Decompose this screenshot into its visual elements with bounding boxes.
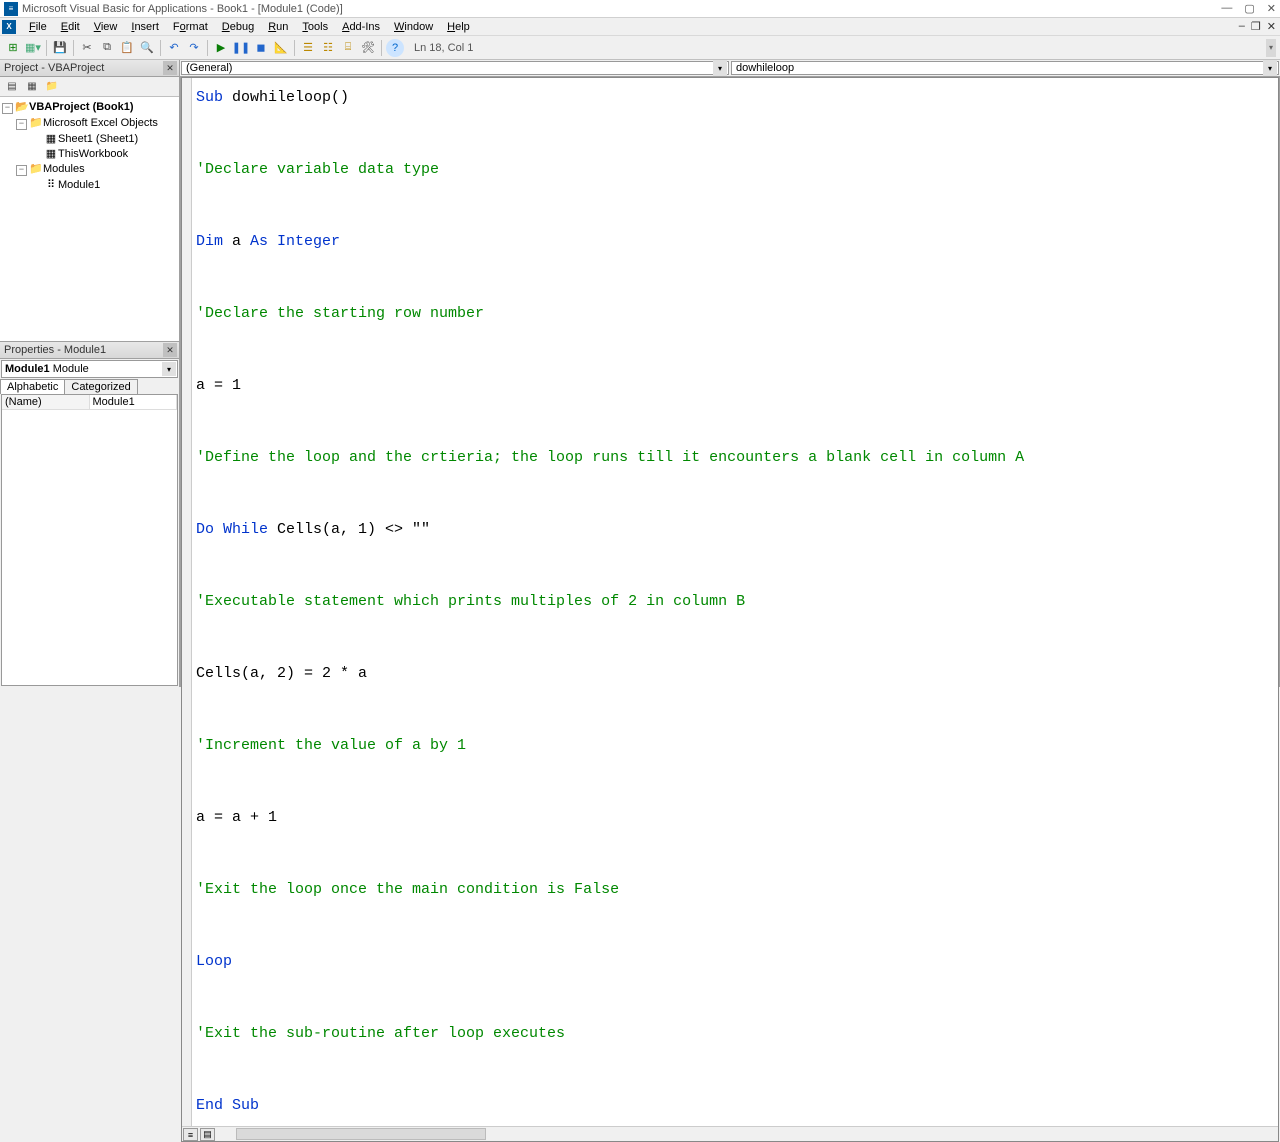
menu-format[interactable]: Format xyxy=(166,20,215,34)
separator xyxy=(46,40,47,56)
horizontal-scrollbar[interactable] xyxy=(236,1128,486,1140)
close-button[interactable]: ✕ xyxy=(1267,2,1276,15)
app-icon: ≡ xyxy=(4,2,18,16)
project-icon: 📂 xyxy=(15,100,29,113)
separator xyxy=(294,40,295,56)
code-margin[interactable] xyxy=(182,78,192,1126)
menu-view[interactable]: View xyxy=(87,20,125,34)
modules-folder-node[interactable]: Modules xyxy=(43,163,85,175)
undo-button[interactable]: ↶ xyxy=(165,39,183,57)
tab-categorized[interactable]: Categorized xyxy=(64,379,137,394)
view-excel-button[interactable]: ⊞ xyxy=(4,39,22,57)
tab-alphabetic[interactable]: Alphabetic xyxy=(0,379,65,394)
excel-icon[interactable]: X xyxy=(2,20,16,34)
dropdown-arrow-icon[interactable]: ▾ xyxy=(162,362,176,376)
cut-button[interactable]: ✂ xyxy=(78,39,96,57)
project-toolbar: ▤ ▦ 📁 xyxy=(0,77,179,97)
cursor-position: Ln 18, Col 1 xyxy=(414,42,473,54)
properties-grid[interactable]: (Name) Module1 xyxy=(1,394,178,686)
paste-button[interactable]: 📋 xyxy=(118,39,136,57)
module-icon: ⠿ xyxy=(44,178,58,191)
find-button[interactable]: 🔍 xyxy=(138,39,156,57)
property-value-cell[interactable]: Module1 xyxy=(90,395,178,410)
collapse-icon[interactable]: − xyxy=(16,165,27,176)
toolbar-options-button[interactable]: ▾ xyxy=(1266,39,1276,57)
thisworkbook-node[interactable]: ThisWorkbook xyxy=(58,148,128,160)
toolbox-button[interactable]: 🛠 xyxy=(359,39,377,57)
properties-title: Properties - Module1 xyxy=(4,344,106,356)
procedure-view-button[interactable]: ≡ xyxy=(183,1128,198,1141)
menu-file[interactable]: File xyxy=(22,20,54,34)
project-tree[interactable]: −📂VBAProject (Book1) −📁Microsoft Excel O… xyxy=(0,97,179,342)
copy-button[interactable]: ⧉ xyxy=(98,39,116,57)
procedure-dropdown[interactable]: dowhileloop ▾ xyxy=(731,61,1279,75)
object-selector[interactable]: Module1 Module ▾ xyxy=(1,360,178,378)
module1-node[interactable]: Module1 xyxy=(58,179,100,191)
properties-close-button[interactable]: ✕ xyxy=(163,343,177,357)
separator xyxy=(207,40,208,56)
project-node[interactable]: VBAProject (Book1) xyxy=(29,101,134,113)
title-bar: ≡ Microsoft Visual Basic for Application… xyxy=(0,0,1280,18)
help-button[interactable]: ? xyxy=(386,39,404,57)
project-explorer-close-button[interactable]: ✕ xyxy=(163,61,177,75)
menu-addins[interactable]: Add-Ins xyxy=(335,20,387,34)
procedure-dropdown-value: dowhileloop xyxy=(736,62,794,74)
menu-window[interactable]: Window xyxy=(387,20,440,34)
separator xyxy=(381,40,382,56)
collapse-icon[interactable]: − xyxy=(16,119,27,130)
run-button[interactable]: ▶ xyxy=(212,39,230,57)
object-dropdown[interactable]: (General) ▾ xyxy=(181,61,729,75)
standard-toolbar: ⊞ ▦▾ 💾 ✂ ⧉ 📋 🔍 ↶ ↷ ▶ ❚❚ ◼ 📐 ☰ ☷ ⌸ 🛠 ? Ln… xyxy=(0,36,1280,60)
folder-icon: 📁 xyxy=(29,116,43,129)
properties-header: Properties - Module1 ✕ xyxy=(0,342,179,359)
properties-window-button[interactable]: ☷ xyxy=(319,39,337,57)
doc-minimize-button[interactable]: – xyxy=(1239,20,1245,33)
doc-restore-button[interactable]: ❐ xyxy=(1251,20,1261,33)
separator xyxy=(73,40,74,56)
maximize-button[interactable]: ▢ xyxy=(1244,2,1254,15)
menu-insert[interactable]: Insert xyxy=(124,20,166,34)
project-explorer-header: Project - VBAProject ✕ xyxy=(0,60,179,77)
doc-close-button[interactable]: ✕ xyxy=(1267,20,1276,33)
reset-button[interactable]: ◼ xyxy=(252,39,270,57)
property-name-cell[interactable]: (Name) xyxy=(2,395,90,410)
view-code-button[interactable]: ▤ xyxy=(4,79,20,95)
full-module-view-button[interactable]: ▤ xyxy=(200,1128,215,1141)
menu-run[interactable]: Run xyxy=(261,20,295,34)
dropdown-arrow-icon[interactable]: ▾ xyxy=(1263,60,1277,76)
toggle-folders-button[interactable]: 📁 xyxy=(44,79,60,95)
object-browser-button[interactable]: ⌸ xyxy=(339,39,357,57)
redo-button[interactable]: ↷ xyxy=(185,39,203,57)
menu-debug[interactable]: Debug xyxy=(215,20,261,34)
dropdown-arrow-icon[interactable]: ▾ xyxy=(713,60,727,76)
menu-edit[interactable]: Edit xyxy=(54,20,87,34)
menu-help[interactable]: Help xyxy=(440,20,477,34)
design-mode-button[interactable]: 📐 xyxy=(272,39,290,57)
project-explorer-button[interactable]: ☰ xyxy=(299,39,317,57)
menu-bar: X File Edit View Insert Format Debug Run… xyxy=(0,18,1280,36)
project-explorer-title: Project - VBAProject xyxy=(4,62,104,74)
save-button[interactable]: 💾 xyxy=(51,39,69,57)
sheet1-node[interactable]: Sheet1 (Sheet1) xyxy=(58,133,138,145)
menu-tools[interactable]: Tools xyxy=(295,20,335,34)
object-dropdown-value: (General) xyxy=(186,62,232,74)
view-object-button[interactable]: ▦ xyxy=(24,79,40,95)
code-editor[interactable]: Sub dowhileloop() 'Declare variable data… xyxy=(192,78,1278,1126)
excel-objects-node[interactable]: Microsoft Excel Objects xyxy=(43,117,158,129)
insert-item-button[interactable]: ▦▾ xyxy=(24,39,42,57)
folder-icon: 📁 xyxy=(29,162,43,175)
separator xyxy=(160,40,161,56)
object-type: Module xyxy=(53,363,89,375)
sheet-icon: ▦ xyxy=(44,132,58,145)
object-name: Module1 xyxy=(5,363,50,375)
collapse-icon[interactable]: − xyxy=(2,103,13,114)
window-title: Microsoft Visual Basic for Applications … xyxy=(22,3,1221,15)
minimize-button[interactable]: — xyxy=(1221,2,1232,15)
workbook-icon: ▦ xyxy=(44,147,58,160)
break-button[interactable]: ❚❚ xyxy=(232,39,250,57)
